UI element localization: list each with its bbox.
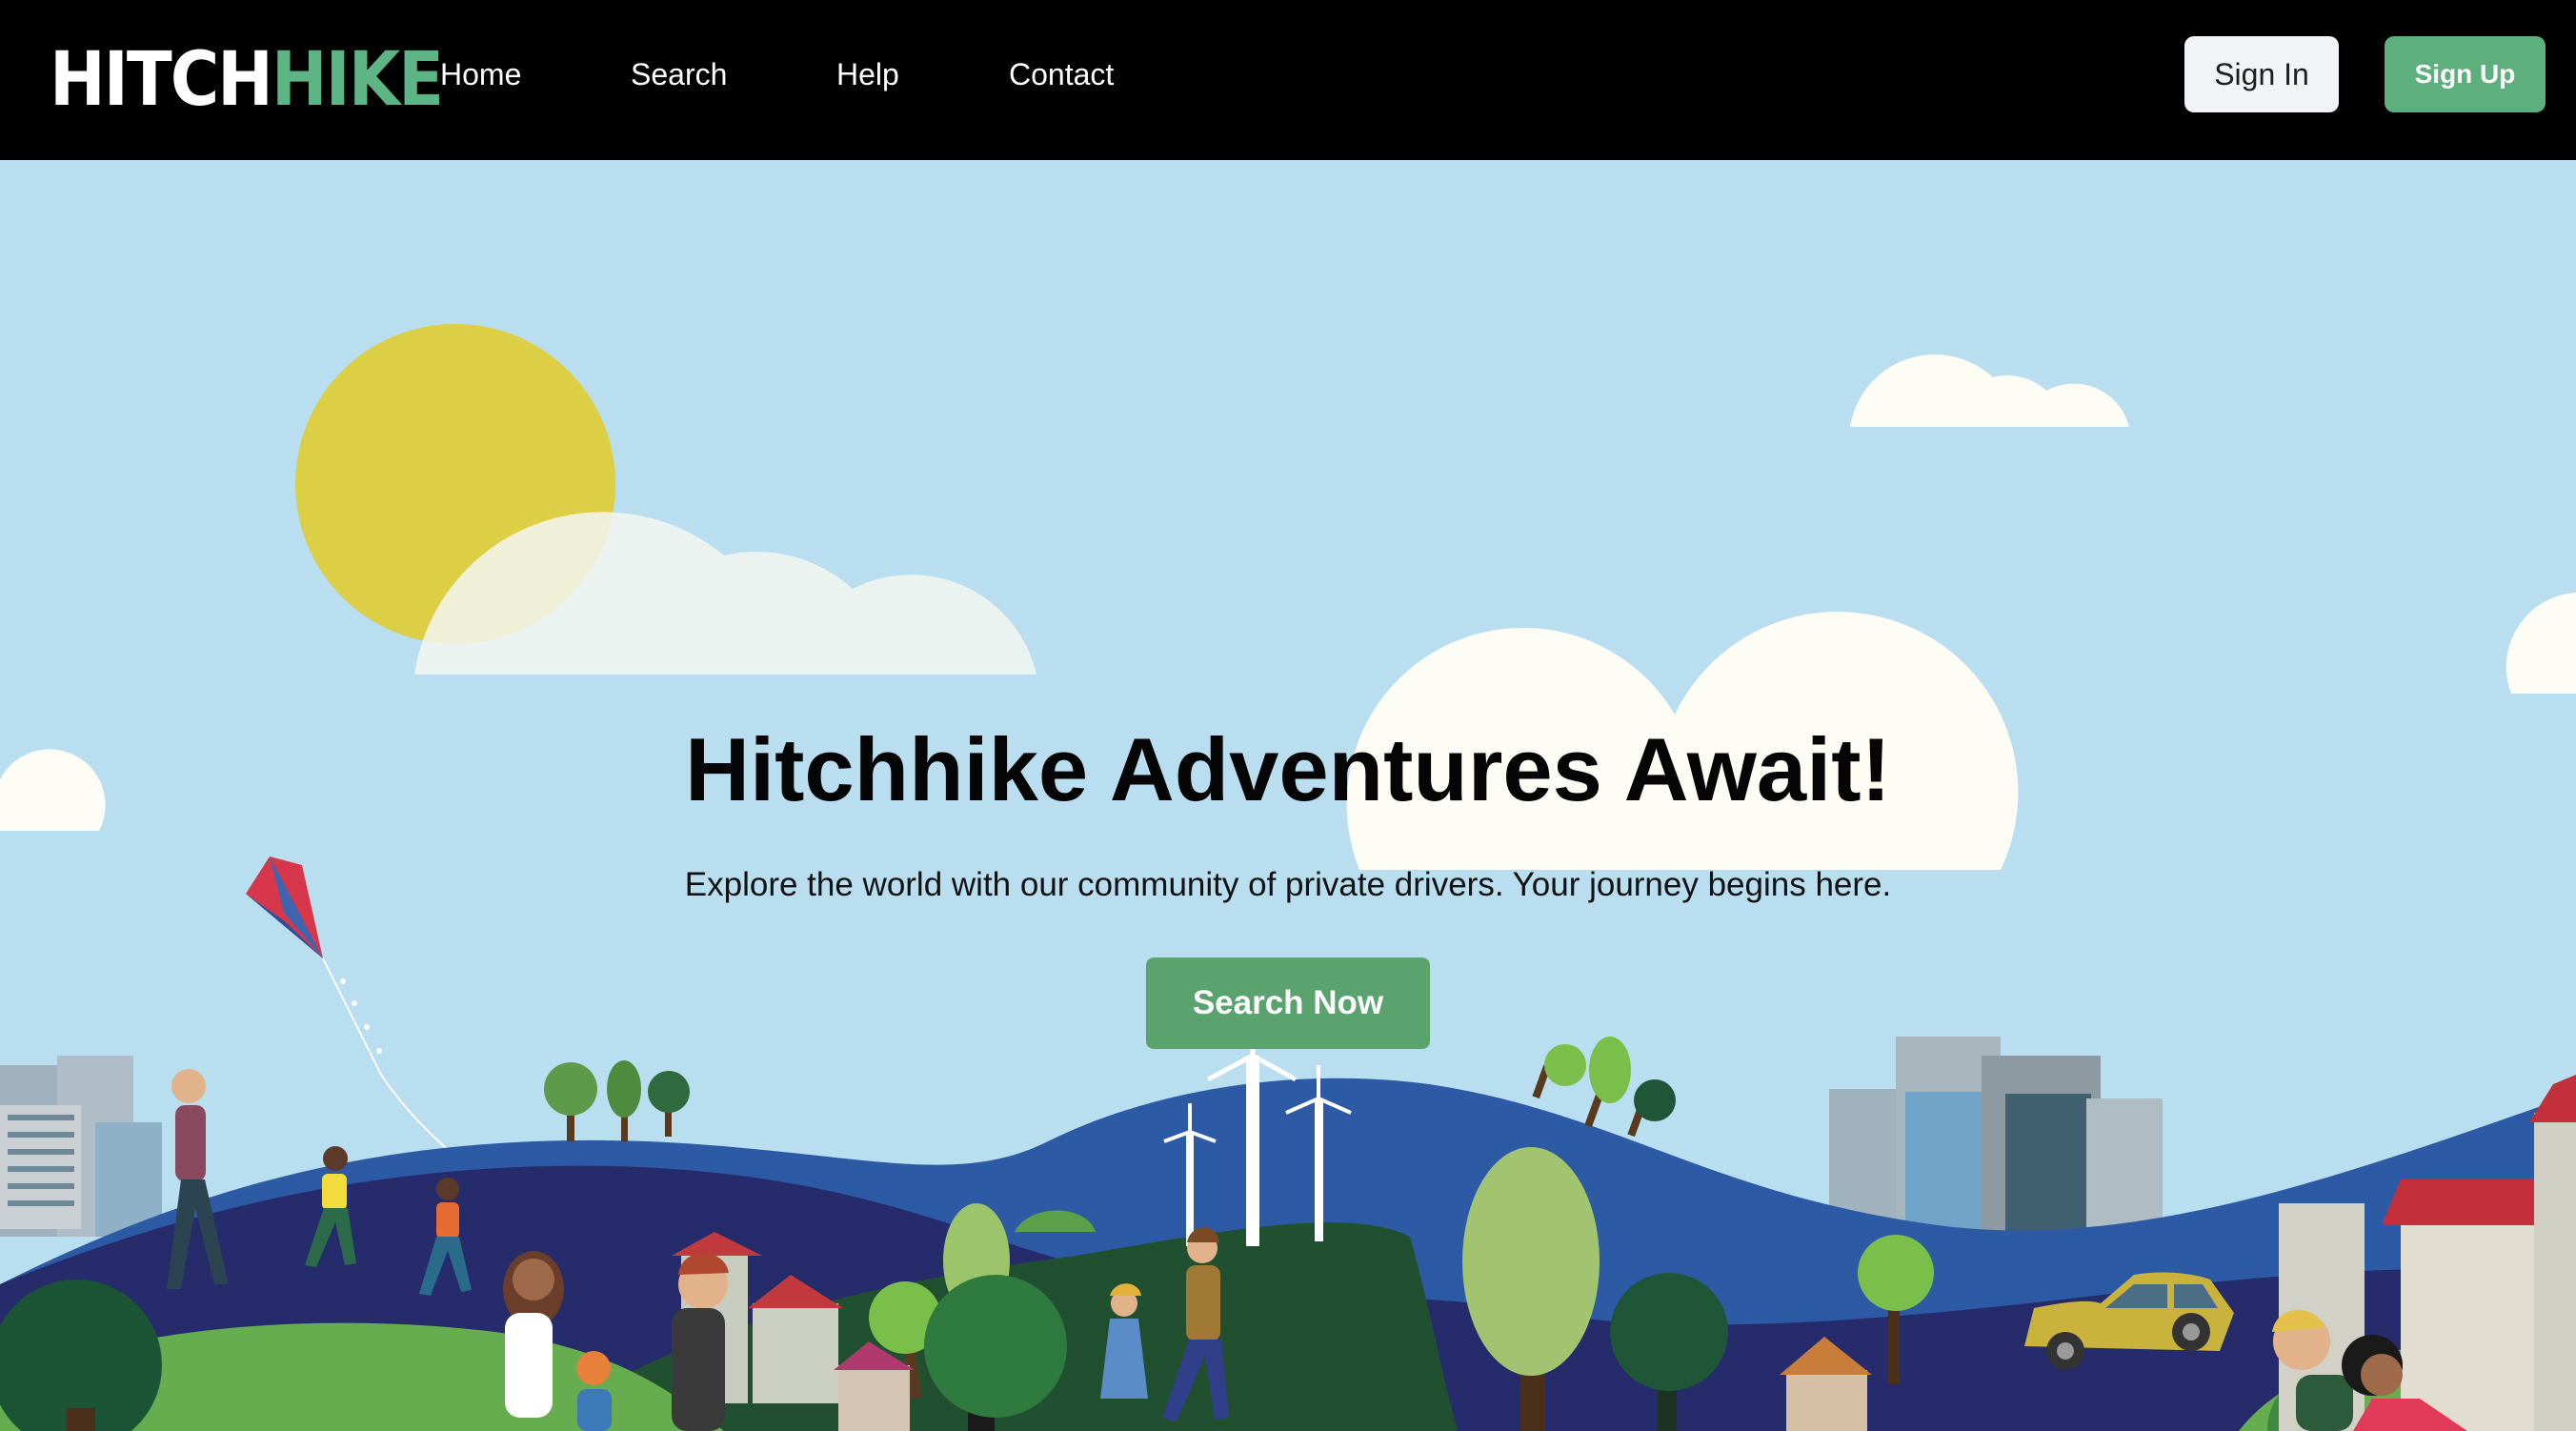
cloud-top-right bbox=[1850, 354, 2129, 427]
city-right bbox=[1829, 1037, 2163, 1246]
hero-subtext: Explore the world with our community of … bbox=[684, 866, 1892, 903]
nav-help[interactable]: Help bbox=[836, 46, 899, 103]
navbar: HITCHHIKE Home Search Help Contact Sign … bbox=[0, 0, 2576, 160]
search-now-button[interactable]: Search Now bbox=[1146, 957, 1430, 1049]
city-left bbox=[0, 1056, 162, 1237]
logo[interactable]: HITCHHIKE bbox=[50, 34, 444, 126]
logo-hike: HIKE bbox=[271, 37, 444, 123]
hills bbox=[0, 1078, 2576, 1431]
hero-section: Hitchhike Adventures Await! Explore the … bbox=[0, 160, 2576, 1431]
nav-contact[interactable]: Contact bbox=[1009, 46, 1114, 103]
nav-search[interactable]: Search bbox=[631, 46, 727, 103]
cloud-right-edge bbox=[2506, 593, 2576, 694]
hero-headline: Hitchhike Adventures Await! bbox=[685, 719, 1891, 819]
wind-turbines bbox=[1163, 1016, 1352, 1246]
nav-home[interactable]: Home bbox=[440, 46, 521, 103]
sign-in-button[interactable]: Sign In bbox=[2184, 36, 2339, 112]
logo-hitch: HITCH bbox=[50, 37, 273, 123]
sign-up-button[interactable]: Sign Up bbox=[2385, 36, 2546, 112]
